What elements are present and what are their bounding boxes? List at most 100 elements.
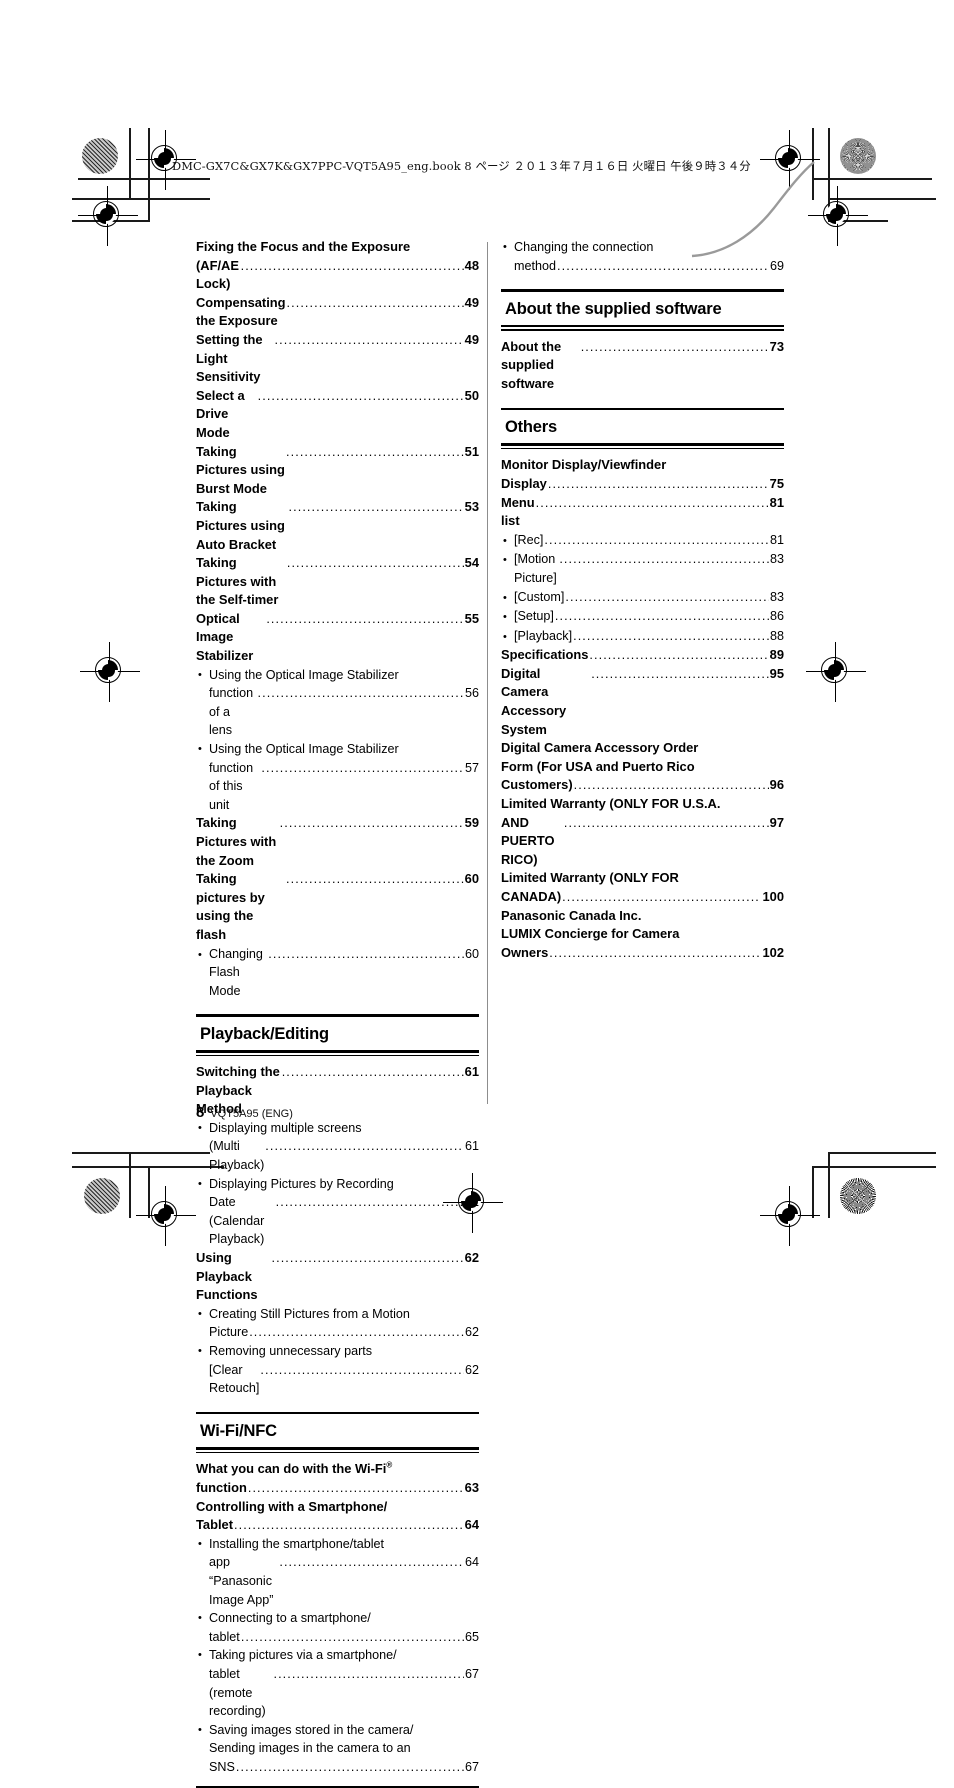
toc-page-number: 67 <box>465 1758 479 1777</box>
leader-dots: ........................................… <box>258 684 464 703</box>
toc-entry[interactable]: Optical Image Stabilizer................… <box>196 610 479 666</box>
toc-entry-last-line: Picture.................................… <box>209 1323 479 1342</box>
toc-entry-last-line: function................................… <box>196 1479 479 1498</box>
toc-entry-last-line: (Multi Playback)........................… <box>209 1137 479 1174</box>
toc-page-number: 83 <box>770 588 784 607</box>
toc-entry-text: Taking Pictures using Auto Bracket <box>196 498 288 554</box>
toc-entry-text: Creating Still Pictures from a Motion <box>209 1305 410 1324</box>
toc-entry[interactable]: Taking Pictures using Burst Mode........… <box>196 443 479 499</box>
toc-entry[interactable]: Controlling with a Smartphone/Tablet....… <box>196 1498 479 1535</box>
toc-entry[interactable]: Taking Pictures with the Self-timer.....… <box>196 554 479 610</box>
bullet-icon: • <box>198 1646 209 1665</box>
toc-entry-last-line: Specifications..........................… <box>501 646 784 665</box>
toc-entry[interactable]: Menu list...............................… <box>501 494 784 531</box>
toc-entry[interactable]: Specifications..........................… <box>501 646 784 665</box>
toc-entry[interactable]: •Removing unnecessary parts[Clear Retouc… <box>196 1342 479 1398</box>
toc-entry-line: Fixing the Focus and the Exposure <box>196 238 479 257</box>
toc-page-number: 64 <box>465 1553 479 1572</box>
toc-page-number: 102 <box>762 944 784 963</box>
toc-entry-last-line: function of this unit...................… <box>209 759 479 815</box>
leader-dots: ........................................… <box>581 338 769 357</box>
toc-entry[interactable]: •[Setup]................................… <box>501 607 784 627</box>
crop-mark-bottom-right-h2 <box>812 1166 936 1168</box>
leader-dots: ........................................… <box>260 1361 464 1380</box>
leader-dots: ........................................… <box>544 531 769 550</box>
toc-entry[interactable]: Fixing the Focus and the Exposure(AF/AE … <box>196 238 479 294</box>
leader-dots: ........................................… <box>241 1628 464 1647</box>
bullet-icon: • <box>198 1119 209 1138</box>
toc-entry-last-line: Select a Drive Mode.....................… <box>196 387 479 443</box>
toc-entry-line: Panasonic Canada Inc. <box>501 907 784 926</box>
toc-entry-text: [Motion Picture] <box>514 550 558 587</box>
toc-entry[interactable]: Limited Warranty (ONLY FOR U.S.A.AND PUE… <box>501 795 784 869</box>
bullet-icon: • <box>198 1305 209 1324</box>
toc-entry[interactable]: •[Motion Picture].......................… <box>501 550 784 587</box>
toc-entry[interactable]: Setting the Light Sensitivity...........… <box>196 331 479 387</box>
toc-entry[interactable]: Taking pictures by using the flash......… <box>196 870 479 944</box>
toc-entry[interactable]: Limited Warranty (ONLY FORCANADA).......… <box>501 869 784 906</box>
toc-entry-text: Taking Pictures using Burst Mode <box>196 443 285 499</box>
toc-entry-last-line: Customers)..............................… <box>501 776 784 795</box>
leader-dots: ........................................… <box>286 443 464 462</box>
toc-page-number: 81 <box>770 494 784 513</box>
toc-page-number: 86 <box>770 607 784 626</box>
toc-entry-last-line: Setting the Light Sensitivity...........… <box>196 331 479 387</box>
toc-entry[interactable]: Using Playback Functions................… <box>196 1249 479 1305</box>
leader-dots: ........................................… <box>591 665 768 684</box>
toc-entry[interactable]: •[Custom]...............................… <box>501 588 784 608</box>
toc-entry-text: Saving images stored in the camera/ <box>209 1721 413 1740</box>
toc-entry[interactable]: •Installing the smartphone/tabletapp “Pa… <box>196 1535 479 1609</box>
toc-entry[interactable]: •Creating Still Pictures from a MotionPi… <box>196 1305 479 1342</box>
toc-page-number: 63 <box>465 1479 479 1498</box>
section-title: Wi-Fi/NFC <box>196 1414 479 1447</box>
toc-entry[interactable]: Compensating the Exposure...............… <box>196 294 479 331</box>
bullet-icon: • <box>503 589 514 608</box>
toc-entry-line: What you can do with the Wi-Fi® <box>196 1460 479 1479</box>
toc-entry[interactable]: •Displaying multiple screens(Multi Playb… <box>196 1119 479 1175</box>
toc-entry[interactable]: Taking Pictures with the Zoom...........… <box>196 814 479 870</box>
registration-mark-bottom-left <box>136 1186 196 1246</box>
toc-page-number: 49 <box>465 331 479 350</box>
toc-entry-line: •Using the Optical Image Stabilizer <box>209 666 479 685</box>
toc-page-number: 60 <box>465 870 479 889</box>
toc-entry-text: (AF/AE Lock) <box>196 257 240 294</box>
toc-entry[interactable]: •Using the Optical Image Stabilizerfunct… <box>196 666 479 740</box>
toc-page-number: 61 <box>465 1063 479 1082</box>
toc-entry-line: •Connecting to a smartphone/ <box>209 1609 479 1628</box>
leader-dots: ........................................… <box>266 610 463 629</box>
toc-entry[interactable]: Select a Drive Mode.....................… <box>196 387 479 443</box>
toc-entry-line: Monitor Display/Viewfinder <box>501 456 784 475</box>
toc-entry[interactable]: •[Rec]..................................… <box>501 531 784 551</box>
toc-entry[interactable]: What you can do with the Wi-Fi®function.… <box>196 1460 479 1497</box>
toc-entry[interactable]: •Saving images stored in the camera/Send… <box>196 1721 479 1777</box>
toc-entry[interactable]: Digital Camera Accessory System.........… <box>501 665 784 739</box>
toc-page-number: 57 <box>465 759 479 778</box>
toc-entry[interactable]: About the supplied software.............… <box>501 338 784 394</box>
toc-entry[interactable]: •Displaying Pictures by RecordingDate (C… <box>196 1175 479 1249</box>
toc-entry[interactable]: •Using the Optical Image Stabilizerfunct… <box>196 740 479 814</box>
toc-page-number: 73 <box>770 338 784 357</box>
toc-entry[interactable]: Taking Pictures using Auto Bracket......… <box>196 498 479 554</box>
toc-entry[interactable]: Digital Camera Accessory OrderForm (For … <box>501 739 784 795</box>
toc-entry[interactable]: •Connecting to a smartphone/tablet......… <box>196 1609 479 1646</box>
toc-entry-text: Taking Pictures with the Zoom <box>196 814 279 870</box>
leader-dots: ........................................… <box>273 1665 464 1684</box>
toc-entry[interactable]: Panasonic Canada Inc.LUMIX Concierge for… <box>501 907 784 963</box>
leader-dots: ........................................… <box>564 814 769 833</box>
toc-entry-text: function of a lens <box>209 684 257 740</box>
toc-page-number: 96 <box>770 776 784 795</box>
toc-entry[interactable]: •Changing Flash Mode....................… <box>196 945 479 1001</box>
registration-mark-left-middle <box>80 642 140 702</box>
toc-entry-last-line: method..................................… <box>514 257 784 276</box>
toc-entry[interactable]: •[Playback].............................… <box>501 627 784 647</box>
toc-entry[interactable]: •Changing the connectionmethod..........… <box>501 238 784 275</box>
toc-entry[interactable]: Monitor Display/ViewfinderDisplay.......… <box>501 456 784 493</box>
leader-dots: ........................................… <box>565 588 769 607</box>
toc-entry-text: function <box>196 1479 247 1498</box>
toc-entry-last-line: tablet..................................… <box>209 1628 479 1647</box>
leader-dots: ........................................… <box>286 870 464 889</box>
bullet-icon: • <box>198 1721 209 1740</box>
toc-entry-text: Setting the Light Sensitivity <box>196 331 274 387</box>
registration-mark-left-upper <box>78 186 138 246</box>
toc-entry[interactable]: •Taking pictures via a smartphone/tablet… <box>196 1646 479 1720</box>
